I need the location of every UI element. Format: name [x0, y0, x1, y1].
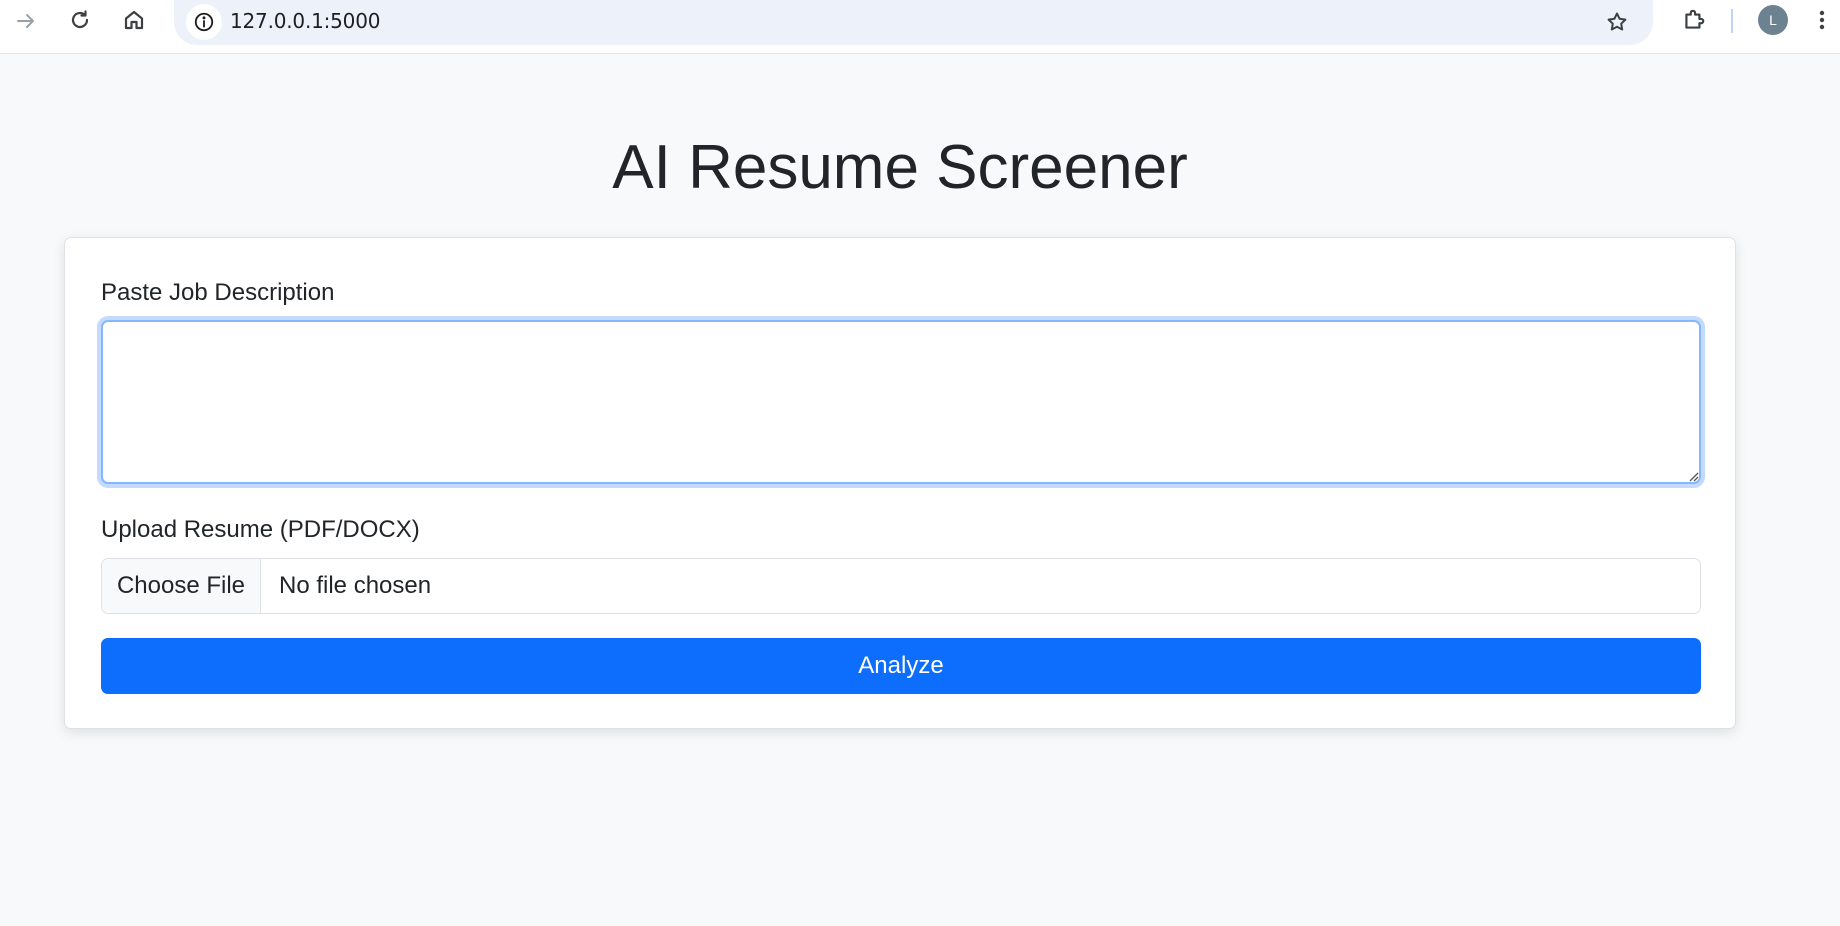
- analyze-button[interactable]: Analyze: [101, 638, 1701, 694]
- job-description-label: Paste Job Description: [101, 279, 335, 306]
- arrow-right-icon[interactable]: [8, 3, 44, 39]
- info-icon[interactable]: [186, 4, 222, 40]
- page-title: AI Resume Screener: [612, 133, 1188, 202]
- home-icon[interactable]: [116, 2, 152, 38]
- profile-avatar[interactable]: L: [1758, 5, 1788, 35]
- screener-form-card: Paste Job Description Upload Resume (PDF…: [64, 237, 1736, 729]
- kebab-menu-icon[interactable]: [1810, 2, 1834, 38]
- toolbar-divider: [1731, 9, 1733, 33]
- file-status-text: No file chosen: [279, 572, 432, 599]
- puzzle-icon[interactable]: [1676, 2, 1712, 38]
- url-text[interactable]: 127.0.0.1:5000: [230, 9, 380, 33]
- resize-grip-icon[interactable]: [1687, 470, 1699, 482]
- reload-icon[interactable]: [62, 2, 98, 38]
- job-description-textarea[interactable]: [101, 320, 1701, 484]
- resume-file-input[interactable]: Choose File No file chosen: [101, 558, 1701, 614]
- star-icon[interactable]: [1601, 6, 1633, 38]
- choose-file-button[interactable]: Choose File: [102, 559, 261, 613]
- resume-upload-label: Upload Resume (PDF/DOCX): [101, 516, 420, 543]
- browser-toolbar: 127.0.0.1:5000 L: [0, 0, 1840, 54]
- address-bar[interactable]: 127.0.0.1:5000: [174, 0, 1653, 45]
